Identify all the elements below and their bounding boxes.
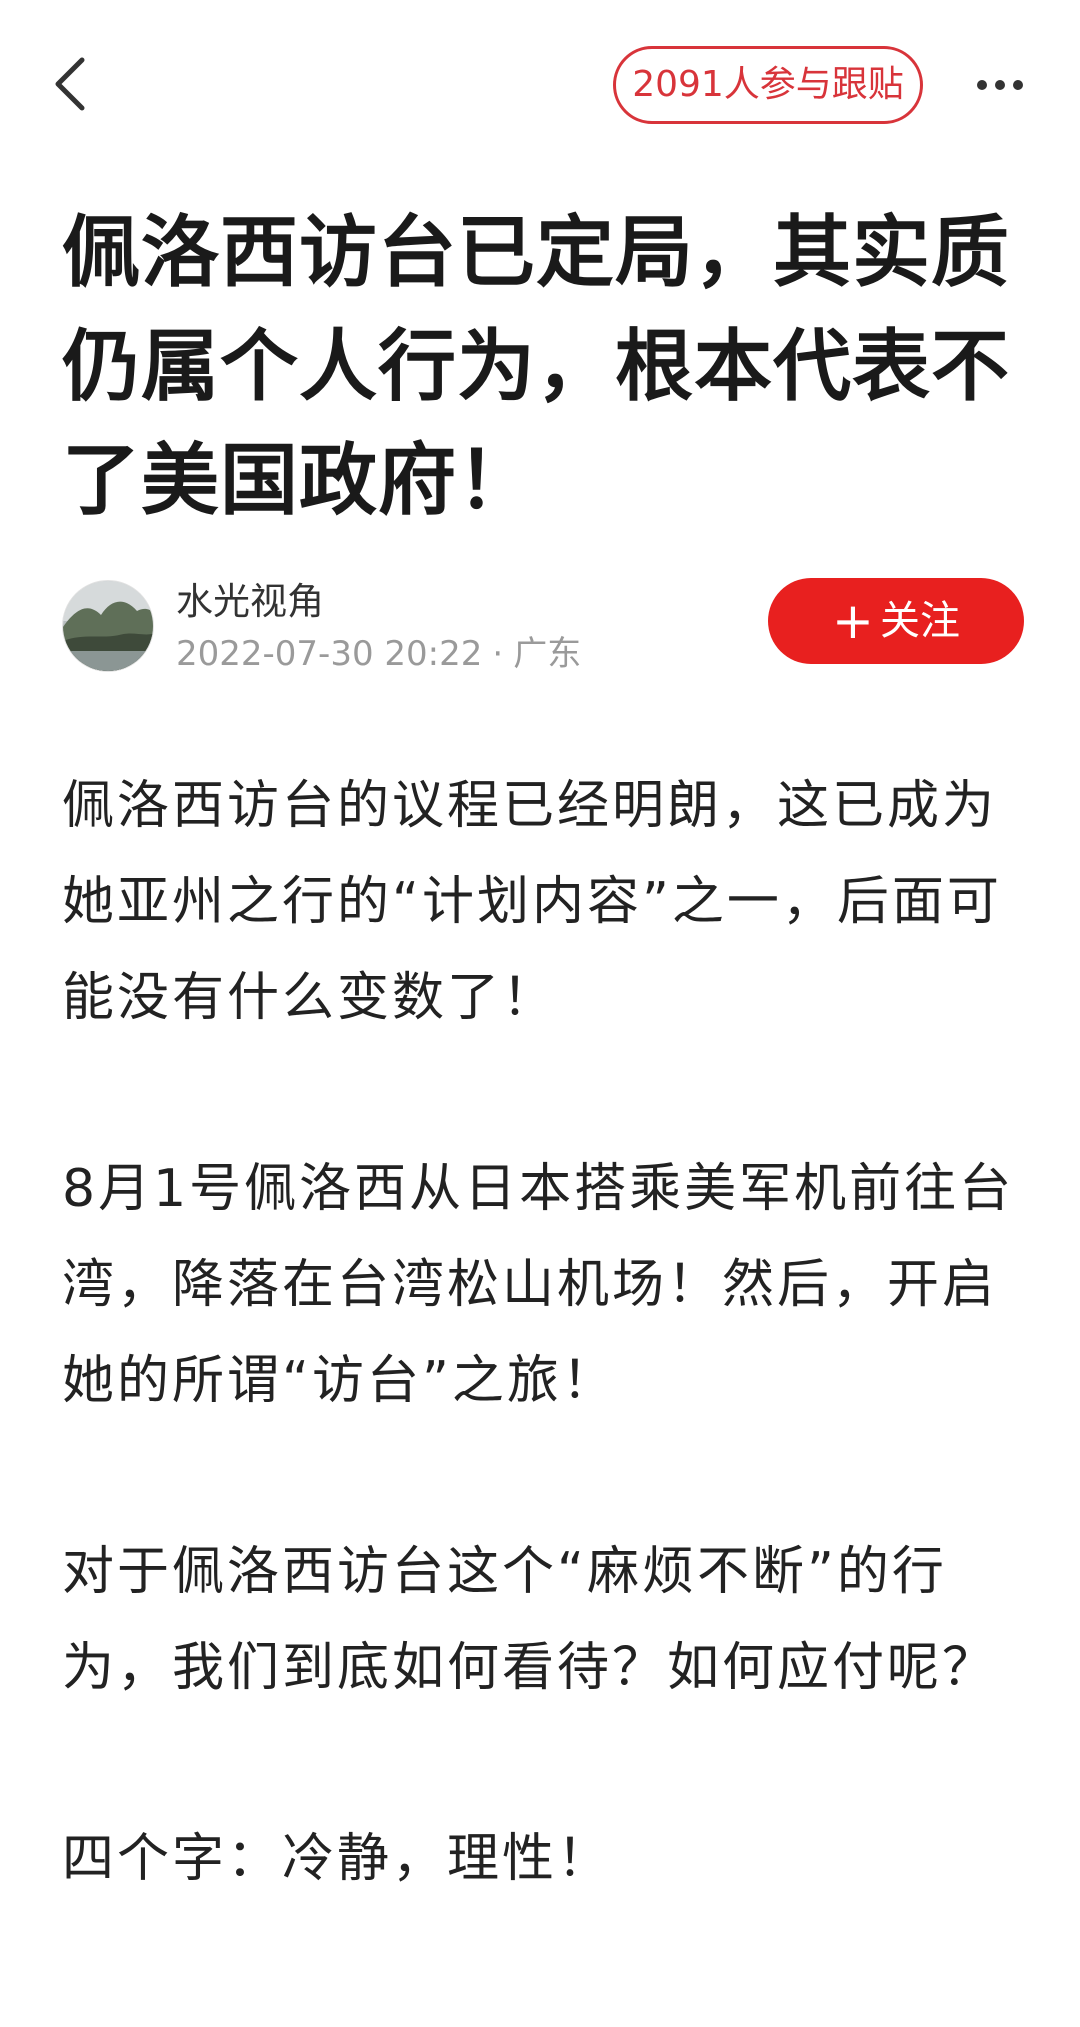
- follow-label: 关注: [879, 598, 960, 644]
- more-horizontal-icon: [977, 80, 1023, 90]
- chevron-left-icon: [55, 57, 85, 111]
- author-row: 水光视角 2022-07-30 20:22 · 广东 + 关注: [0, 576, 1080, 686]
- publish-meta: 2022-07-30 20:22 · 广东: [176, 632, 581, 676]
- back-button[interactable]: [44, 52, 104, 116]
- author-name[interactable]: 水光视角: [176, 578, 324, 626]
- article-paragraph: 佩洛西访台的议程已经明朗，这已成为她亚州之行的“计划内容”之一，后面可能没有什么…: [62, 776, 1002, 1028]
- publish-date: 2022-07-30 20:22: [176, 634, 483, 674]
- article-body: 佩洛西访台的议程已经明朗，这已成为她亚州之行的“计划内容”之一，后面可能没有什么…: [62, 758, 1028, 2002]
- article-title: 佩洛西访台已定局，其实质仍属个人行为，根本代表不了美国政府！: [62, 208, 1011, 526]
- publish-location: 广东: [513, 634, 582, 674]
- article-paragraph: 8月1号佩洛西从日本搭乘美军机前往台湾，降落在台湾松山机场！然后，开启她的所谓“…: [62, 1159, 1015, 1411]
- article-paragraph: 对于佩洛西访台这个“麻烦不断”的行为，我们到底如何看待？如何应付呢？: [62, 1542, 998, 1698]
- follow-button[interactable]: + 关注: [768, 578, 1024, 664]
- meta-separator: ·: [492, 634, 504, 674]
- avatar-landscape-image: [63, 581, 153, 671]
- author-avatar[interactable]: [62, 580, 154, 672]
- top-bar: 2091人参与跟贴: [0, 0, 1080, 170]
- plus-icon: +: [832, 592, 874, 650]
- article-paragraph: 四个字：冷静，理性！: [62, 1829, 613, 1889]
- comments-count-button[interactable]: 2091人参与跟贴: [613, 46, 923, 124]
- more-options-button[interactable]: [972, 62, 1028, 108]
